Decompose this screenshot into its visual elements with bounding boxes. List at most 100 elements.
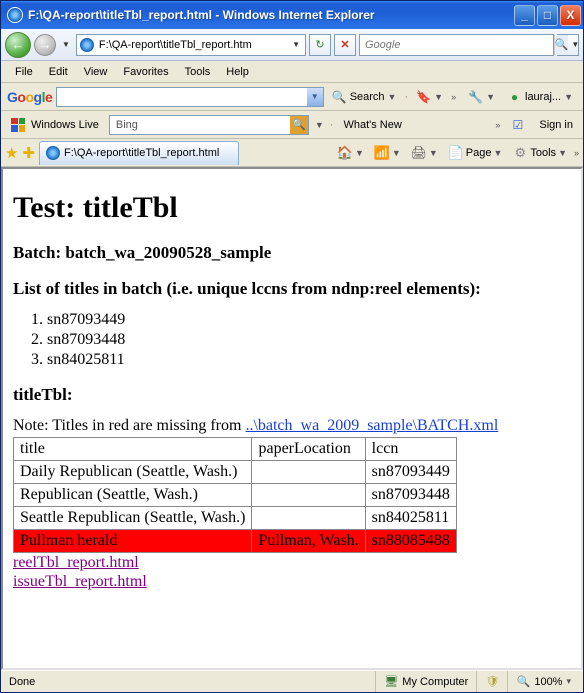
status-bar: Done 🖥 My Computer 🛡 🔍 100% ▾ [1, 670, 583, 692]
back-button[interactable]: ← [5, 32, 31, 58]
status-zone-label: My Computer [402, 676, 468, 688]
google-search-button[interactable]: 🔍 Search ▼ [328, 87, 401, 106]
cell-title: Seattle Republican (Seattle, Wash.) [14, 507, 252, 530]
menu-edit[interactable]: Edit [41, 63, 76, 81]
google-bookmarks-button[interactable]: 🔖 ▼ [412, 87, 447, 106]
content-viewport[interactable]: Test: titleTbl Batch: batch_wa_20090528_… [1, 167, 583, 670]
batch-heading: Batch: batch_wa_20090528_sample [13, 243, 571, 263]
status-zoom-value: 100% [534, 676, 562, 688]
window-titlebar: F:\QA-report\titleTbl_report.html - Wind… [1, 1, 583, 29]
signin-button[interactable]: Sign in [535, 117, 577, 133]
refresh-button[interactable]: ↻ [309, 34, 331, 56]
status-zone[interactable]: 🖥 My Computer [375, 671, 476, 692]
cell-lccn: sn84025811 [365, 507, 456, 530]
cell-paperlocation [252, 507, 365, 530]
maximize-button[interactable]: □ [537, 5, 558, 26]
menu-bar: File Edit View Favorites Tools Help [1, 61, 583, 83]
list-item: sn87093448 [47, 331, 571, 349]
table-row-missing: Pullman herald Pullman, Wash. sn88085488 [14, 530, 457, 553]
status-protected[interactable]: 🛡 [476, 671, 507, 692]
page-menu-label: Page [466, 147, 492, 159]
navigation-bar: ← → ▼ ▼ ↻ ✕ 🔍▼ [1, 29, 583, 61]
magnifier-icon: 🔍 [332, 89, 347, 104]
note-line: Note: Titles in red are missing from ..\… [13, 417, 571, 435]
windows-live-button[interactable]: Windows Live [7, 116, 103, 134]
menu-help[interactable]: Help [218, 63, 257, 81]
wl-more-chevron[interactable]: » [495, 120, 500, 130]
home-icon: 🏠 [337, 145, 353, 161]
tab-title: F:\QA-report\titleTbl_report.html [64, 147, 219, 159]
note-text: Note: Titles in red are missing from [13, 417, 245, 434]
tab-command-bar: ★ ✚ F:\QA-report\titleTbl_report.html 🏠▼… [1, 139, 583, 167]
stop-button[interactable]: ✕ [334, 34, 356, 56]
menu-file[interactable]: File [7, 63, 41, 81]
search-go-button[interactable]: 🔍▼ [557, 34, 579, 56]
issue-report-link[interactable]: issueTbl_report.html [13, 573, 571, 591]
add-favorite-icon[interactable]: ✚ [22, 144, 35, 162]
address-dropdown[interactable]: ▼ [289, 40, 303, 49]
favorites-star-icon[interactable]: ★ [5, 144, 18, 162]
active-tab[interactable]: F:\QA-report\titleTbl_report.html [39, 141, 239, 165]
menu-favorites[interactable]: Favorites [115, 63, 176, 81]
google-search-box[interactable]: ▼ [56, 87, 323, 107]
address-bar[interactable]: ▼ [76, 34, 306, 56]
table-heading: titleTbl: [13, 385, 571, 405]
user-status-icon: ● [507, 89, 522, 104]
whats-new-button[interactable]: What's New [339, 117, 405, 133]
magnifier-icon: 🔍 [554, 35, 569, 55]
window-title: F:\QA-report\titleTbl_report.html - Wind… [28, 8, 512, 22]
list-heading: List of titles in batch (i.e. unique lcc… [13, 279, 571, 299]
print-button[interactable]: 🖨▼ [408, 143, 441, 163]
lccn-list: sn87093449 sn87093448 sn84025811 [47, 311, 571, 369]
google-search-input[interactable] [57, 91, 306, 103]
page-menu-button[interactable]: 📄Page▼ [445, 143, 506, 163]
close-button[interactable]: X [560, 5, 581, 26]
cell-lccn: sn88085488 [365, 530, 456, 553]
google-toolbar: Google ▼ 🔍 Search ▼ · 🔖 ▼ » 🔧 ▼ ● lauraj… [1, 83, 583, 111]
list-item: sn87093449 [47, 311, 571, 329]
browser-search-input[interactable] [363, 38, 551, 52]
page-favicon-icon [80, 38, 94, 52]
menu-tools[interactable]: Tools [177, 63, 219, 81]
home-button[interactable]: 🏠▼ [334, 143, 367, 163]
status-zoom[interactable]: 🔍 100% ▾ [507, 671, 579, 692]
address-input[interactable] [97, 36, 286, 54]
table-row: Seattle Republican (Seattle, Wash.) sn84… [14, 507, 457, 530]
bing-search-input[interactable] [114, 118, 290, 132]
bing-go-button[interactable]: 🔍 [290, 116, 308, 134]
google-search-dropdown[interactable]: ▼ [307, 88, 323, 106]
computer-icon: 🖥 [384, 675, 398, 689]
check-icon: ☑ [510, 117, 525, 132]
google-user-button[interactable]: ● lauraj... ▼ [503, 87, 577, 106]
ie-logo-icon [7, 7, 23, 23]
browser-search-box[interactable] [359, 34, 554, 56]
google-logo-icon[interactable]: Google [7, 89, 52, 105]
wl-check-button[interactable]: ☑ [506, 115, 529, 134]
forward-button[interactable]: → [34, 34, 56, 56]
cmdbar-more-chevron[interactable]: » [574, 148, 579, 158]
windows-flag-icon [11, 118, 25, 132]
page-icon: 📄 [448, 145, 464, 161]
menu-view[interactable]: View [76, 63, 116, 81]
google-more-chevron[interactable]: » [451, 92, 456, 102]
reel-report-link[interactable]: reelTbl_report.html [13, 554, 571, 572]
table-row: Republican (Seattle, Wash.) sn87093448 [14, 484, 457, 507]
col-title: title [14, 438, 252, 461]
whats-new-label: What's New [343, 119, 401, 131]
col-lccn: lccn [365, 438, 456, 461]
minimize-button[interactable]: _ [514, 5, 535, 26]
windows-live-toolbar: Windows Live 🔍 ▼ · What's New » ☑ Sign i… [1, 111, 583, 139]
batch-xml-link[interactable]: ..\batch_wa_2009_sample\BATCH.xml [245, 417, 498, 434]
google-wrench-button[interactable]: 🔧 ▼ [464, 87, 499, 106]
zoom-icon: 🔍 [516, 675, 530, 689]
gear-icon: ⚙ [512, 145, 528, 161]
cell-title: Pullman herald [14, 530, 252, 553]
wrench-icon: 🔧 [468, 89, 483, 104]
cell-paperlocation [252, 484, 365, 507]
signin-label: Sign in [539, 119, 573, 131]
feeds-button[interactable]: 📶▼ [371, 143, 404, 163]
tools-menu-button[interactable]: ⚙Tools▼ [509, 143, 570, 163]
nav-history-dropdown[interactable]: ▼ [59, 40, 73, 49]
bing-search-box[interactable]: 🔍 [109, 115, 309, 135]
cell-paperlocation [252, 461, 365, 484]
